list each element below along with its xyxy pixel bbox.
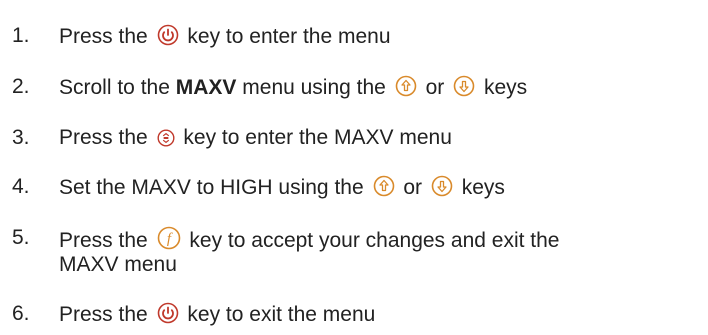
step-6: 6. Press the key to exit the menu <box>12 302 679 327</box>
up-key-icon <box>373 175 395 197</box>
step-text: Press the key to enter the menu <box>59 24 391 48</box>
step-text: Press the f key to accept your changes a… <box>59 226 679 277</box>
step-number: 6. <box>12 302 30 325</box>
step-number: 2. <box>12 75 30 98</box>
step-number: 5. <box>12 226 30 249</box>
step-1: 1. Press the key to enter the menu <box>12 24 679 49</box>
power-key-icon <box>157 24 179 46</box>
step-2: 2. Scroll to the MAXV menu using the or … <box>12 75 679 100</box>
step-5: 5. Press the f key to accept your change… <box>12 226 679 277</box>
menu-name-bold: MAXV <box>175 76 237 99</box>
function-key-icon: f <box>157 226 181 250</box>
step-number: 3. <box>12 126 30 149</box>
step-number: 1. <box>12 24 30 47</box>
step-3: 3. Press the key to enter the MAXV menu <box>12 126 679 150</box>
down-key-icon <box>431 175 453 197</box>
step-4: 4. Set the MAXV to HIGH using the or key… <box>12 175 679 200</box>
select-key-icon <box>157 129 175 147</box>
down-key-icon <box>453 75 475 97</box>
step-number: 4. <box>12 175 30 198</box>
step-text: Scroll to the MAXV menu using the or key… <box>59 75 528 99</box>
up-key-icon <box>395 75 417 97</box>
step-text: Press the key to exit the menu <box>59 302 376 326</box>
power-key-icon <box>157 302 179 324</box>
step-text: Set the MAXV to HIGH using the or keys <box>59 175 505 199</box>
step-text: Press the key to enter the MAXV menu <box>59 126 452 149</box>
